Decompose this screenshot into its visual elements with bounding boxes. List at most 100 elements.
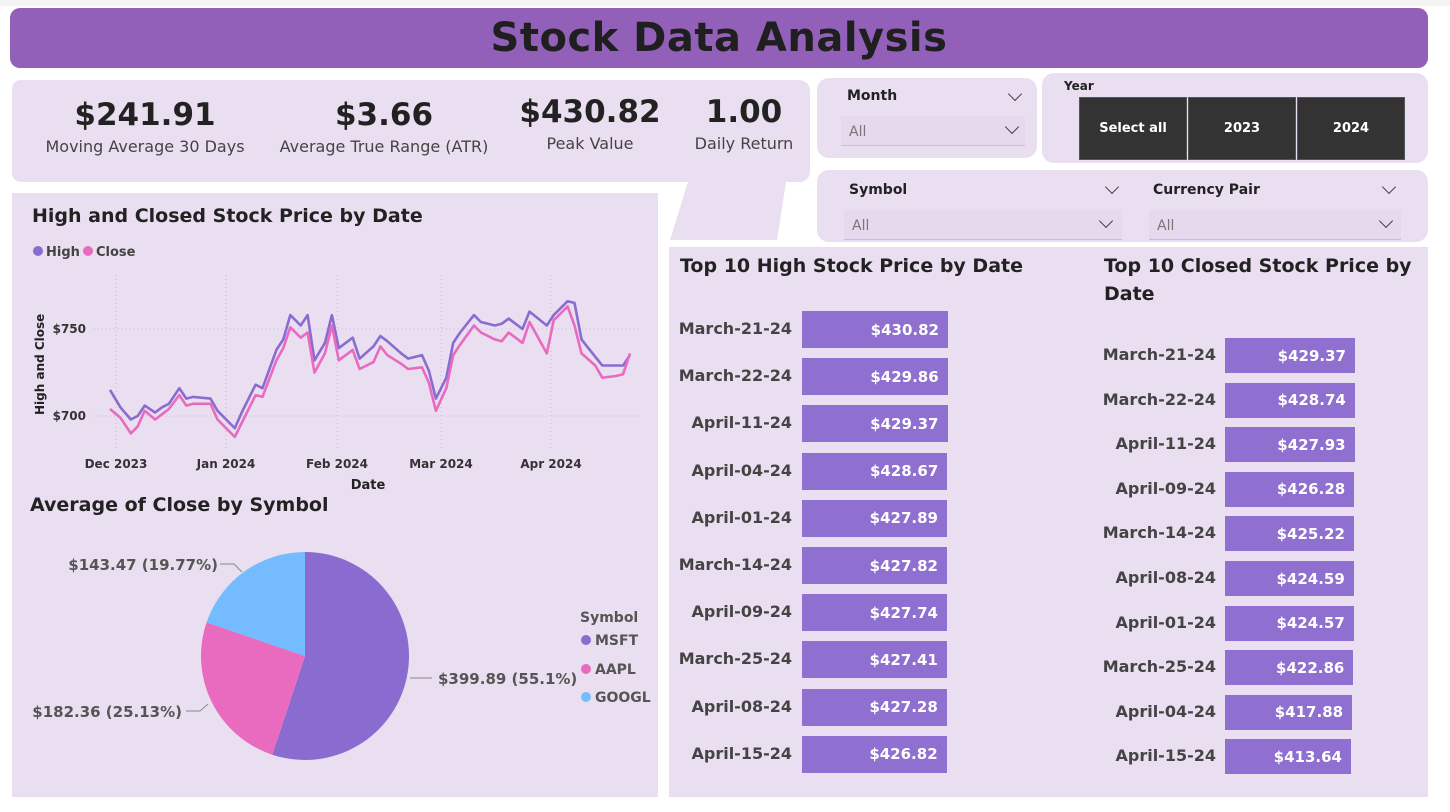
chart-series <box>108 299 632 439</box>
bar[interactable]: $426.82 <box>802 735 947 773</box>
top-high-title: Top 10 High Stock Price by Date <box>680 255 1023 277</box>
bar[interactable]: $417.88 <box>1225 694 1353 730</box>
x-tick-label: Mar 2024 <box>409 457 473 471</box>
bar[interactable]: $428.74 <box>1225 382 1355 418</box>
legend-msft-marker <box>581 635 591 645</box>
bar[interactable]: $427.82 <box>802 547 947 584</box>
x-tick-label: Apr 2024 <box>520 457 581 471</box>
chart-gridlines <box>94 275 639 450</box>
x-tick-label: Feb 2024 <box>306 457 368 471</box>
chevron-down-icon[interactable] <box>1381 179 1397 195</box>
y-axis-title: High and Close <box>33 314 47 415</box>
legend-high-marker <box>33 246 43 256</box>
aapl-data-label: $182.36 (25.13%) <box>32 703 182 721</box>
bar[interactable]: $424.59 <box>1225 561 1354 596</box>
bar[interactable]: $428.67 <box>802 452 948 490</box>
bar[interactable]: $425.22 <box>1225 516 1354 552</box>
legend-close-label: Close <box>96 245 136 260</box>
month-dropdown[interactable]: All <box>841 116 1025 146</box>
bar-category-label: April-04-24 <box>691 460 792 480</box>
month-slicer: Month All <box>817 78 1037 158</box>
bar-category-label: April-11-24 <box>691 413 792 433</box>
kpi-peak-value: $430.82 Peak Value <box>515 94 665 153</box>
aapl-leader-line <box>186 703 209 712</box>
googl-leader-line <box>220 563 243 573</box>
googl-data-label: $143.47 (19.77%) <box>68 556 218 574</box>
bar-category-label: April-15-24 <box>691 743 792 763</box>
bar-category-label: April-08-24 <box>1115 568 1216 587</box>
bar-category-label: April-01-24 <box>1115 612 1216 632</box>
kpi-moving-average: $241.91 Moving Average 30 Days <box>30 97 260 156</box>
kpi-label: Peak Value <box>546 134 634 153</box>
bar[interactable]: $427.89 <box>802 499 947 537</box>
msft-data-label: $399.89 (55.1%) <box>438 670 577 688</box>
bar[interactable]: $424.57 <box>1225 605 1354 641</box>
bar[interactable]: $427.41 <box>802 641 947 679</box>
year-2023-button[interactable]: 2023 <box>1188 97 1296 160</box>
bar-category-label: March-22-24 <box>1102 389 1216 409</box>
bar[interactable]: $427.74 <box>802 594 947 632</box>
bar[interactable]: $422.86 <box>1225 650 1354 686</box>
year-select-all-button[interactable]: Select all <box>1079 97 1187 160</box>
bar[interactable]: $429.37 <box>1225 338 1355 373</box>
bar-category-label: March-21-24 <box>678 319 792 338</box>
line-chart-title: High and Closed Stock Price by Date <box>32 205 423 227</box>
kpi-value: $430.82 <box>519 94 661 130</box>
top-close-title-line1: Top 10 Closed Stock Price by <box>1104 255 1412 277</box>
close-series-line[interactable] <box>109 305 632 439</box>
bar[interactable]: $413.64 <box>1225 739 1351 775</box>
line-chart: High Close High and Close $750 $700 Dec … <box>33 245 639 493</box>
x-axis-title: Date <box>351 478 386 493</box>
y-tick-label: $750 <box>53 322 86 336</box>
kpi-label: Average True Range (ATR) <box>279 137 489 156</box>
bar-category-label: April-04-24 <box>1115 701 1216 721</box>
x-tick-label: Dec 2023 <box>85 457 148 471</box>
year-2024-button[interactable]: 2024 <box>1297 97 1405 160</box>
symbol-dropdown-value: All <box>852 218 870 234</box>
pie-slices <box>201 552 410 760</box>
bar[interactable]: $427.93 <box>1225 427 1355 463</box>
legend-high-label: High <box>46 245 80 260</box>
legend-googl-label: GOOGL <box>595 690 651 706</box>
bar-category-label: March-21-24 <box>1102 345 1216 364</box>
kpi-value: $3.66 <box>334 97 434 133</box>
currency-pair-dropdown-value: All <box>1157 218 1175 234</box>
x-tick-label: Jan 2024 <box>196 457 256 471</box>
chevron-down-icon <box>1098 213 1114 229</box>
currency-pair-slicer-title: Currency Pair <box>1153 182 1260 198</box>
kpi-label: Daily Return <box>694 134 794 153</box>
bar[interactable]: $429.86 <box>802 358 948 396</box>
bar-category-label: April-15-24 <box>1115 746 1216 766</box>
symbol-slicer-title: Symbol <box>849 182 908 198</box>
kpi-label: Moving Average 30 Days <box>45 137 245 156</box>
month-dropdown-value: All <box>849 124 867 140</box>
kpi-atr: $3.66 Average True Range (ATR) <box>268 97 500 156</box>
pie-legend-title: Symbol <box>580 610 638 626</box>
y-tick-label: $700 <box>53 409 86 423</box>
month-slicer-title: Month <box>847 88 898 104</box>
year-slicer-title: Year <box>1064 79 1094 93</box>
bar-category-label: April-11-24 <box>1115 434 1216 454</box>
bar[interactable]: $430.82 <box>802 311 948 348</box>
symbol-currency-slicer: Symbol All Currency Pair All <box>817 170 1428 242</box>
title-banner: Stock Data Analysis <box>10 8 1428 68</box>
legend-close-marker <box>83 246 93 256</box>
chevron-down-icon <box>1004 119 1020 135</box>
bar-category-label: March-14-24 <box>1102 523 1216 543</box>
currency-pair-dropdown[interactable]: All <box>1149 210 1401 240</box>
pie-chart-title: Average of Close by Symbol <box>30 494 329 516</box>
bar-category-label: March-25-24 <box>678 649 792 669</box>
legend-aapl-label: AAPL <box>595 662 636 678</box>
page-title: Stock Data Analysis <box>490 15 948 61</box>
bar[interactable]: $429.37 <box>802 405 948 443</box>
legend-msft-label: MSFT <box>595 633 639 649</box>
bar-category-label: March-22-24 <box>678 366 792 386</box>
chevron-down-icon[interactable] <box>1104 179 1120 195</box>
bar[interactable]: $426.28 <box>1225 471 1355 507</box>
chevron-down-icon[interactable] <box>1007 86 1023 102</box>
bar-category-label: April-09-24 <box>691 602 792 622</box>
bar-category-label: March-14-24 <box>678 555 792 574</box>
symbol-dropdown[interactable]: All <box>844 210 1122 240</box>
bar[interactable]: $427.28 <box>802 688 947 726</box>
bar-category-label: April-09-24 <box>1115 478 1216 498</box>
